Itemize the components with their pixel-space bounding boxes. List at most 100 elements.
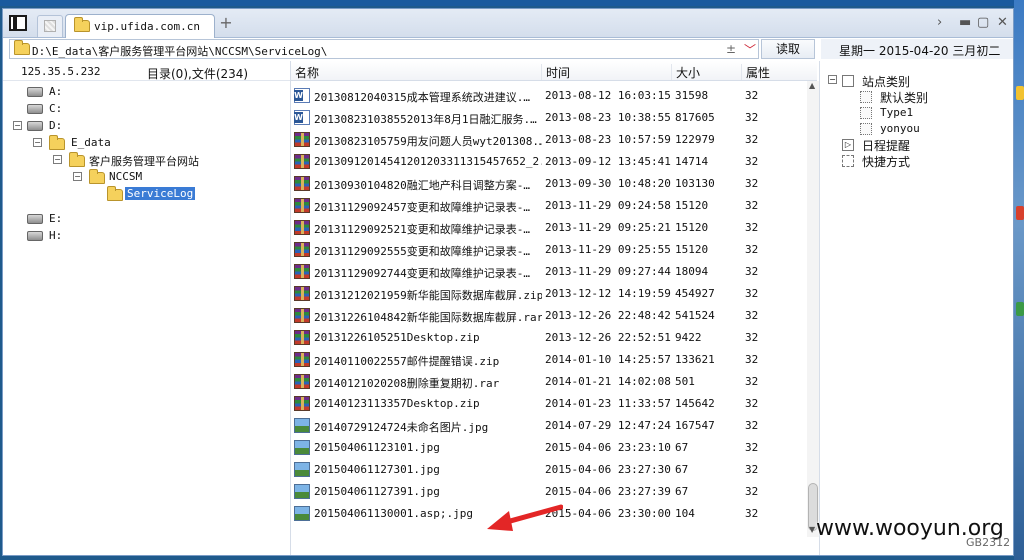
minimize-icon[interactable]: ▬	[959, 15, 971, 30]
archive-file-icon	[294, 242, 310, 257]
file-row[interactable]: 20140123113357Desktop.zip 2014-01-23 11:3…	[291, 393, 807, 415]
category-icon	[860, 107, 872, 119]
left-pane-header: 125.35.5.232 目录(0),文件(234)	[3, 61, 291, 81]
clock-icon: ▷	[842, 139, 854, 151]
file-row[interactable]: 20131212021959新华能国际数据库截屏.zip 2013-12-12 1…	[291, 283, 807, 305]
collapse-icon[interactable]: −	[828, 75, 837, 84]
file-row[interactable]: 201504061127391.jpg 2015-04-06 23:27:39 67…	[291, 481, 807, 503]
drive-icon	[27, 87, 43, 97]
scroll-up-icon[interactable]: ▲	[809, 81, 815, 90]
collapse-icon[interactable]: −	[53, 155, 62, 164]
desktop-shortcut-icon[interactable]	[1016, 86, 1024, 100]
directory-count: 目录(0),文件(234)	[147, 67, 249, 81]
column-header-name[interactable]: 名称	[291, 64, 319, 80]
right-panel: − 站点类别 默认类别 Type1 yonyou ▷ 日程提醒 快捷方式	[819, 61, 1013, 555]
category-icon	[860, 91, 872, 103]
folder-icon	[74, 17, 90, 32]
collapse-icon[interactable]: −	[73, 172, 82, 181]
archive-file-icon	[294, 198, 310, 213]
tab-bar: vip.ufida.com.cn + › ▬ ▢ ✕	[3, 9, 1013, 38]
file-row[interactable]: 20131129092744变更和故障维护记录表-… 2013-11-29 09:…	[291, 261, 807, 283]
close-icon[interactable]: ✕	[997, 15, 1008, 30]
hand-icon	[842, 155, 854, 167]
file-list-scrollbar[interactable]: ▲ ▼	[807, 81, 819, 537]
directory-tree: A: C: − D: − E_data − 客户服务管理平台网站 − NCCSM	[13, 85, 199, 242]
file-row[interactable]: 201309120145412012033113154​57652_2.rar 2…	[291, 151, 807, 173]
folder-icon	[49, 135, 65, 150]
drive-icon	[27, 214, 43, 224]
read-button[interactable]: 读取	[761, 39, 815, 59]
folder-icon	[14, 40, 30, 55]
drive-icon	[27, 231, 43, 241]
tab-title: vip.ufida.com.cn	[94, 20, 200, 33]
desktop-shortcut-icon[interactable]	[1016, 206, 1024, 220]
image-file-icon	[294, 418, 310, 433]
bookmark-icon[interactable]: ±	[726, 42, 736, 56]
address-bar[interactable]: D:\E_data\客户服务管理平台网站\NCCSM\ServiceLog\ ±…	[9, 39, 759, 59]
annotation-arrow	[487, 504, 563, 531]
column-header-attr[interactable]: 属性	[741, 64, 770, 80]
file-row[interactable]: 20130812040315成本管理系统改进建议.…2013-08-12 16:…	[291, 85, 807, 107]
desktop-right-strip	[1014, 0, 1024, 560]
address-path[interactable]: D:\E_data\客户服务管理平台网站\NCCSM\ServiceLog\	[32, 43, 327, 59]
file-row[interactable]: 20130823105759用友问题人员wyt201308.… 2013-08-2…	[291, 129, 807, 151]
category-icon	[842, 75, 854, 87]
tab-blank[interactable]	[37, 15, 63, 37]
maximize-icon[interactable]: ▢	[977, 15, 989, 30]
word-file-icon	[294, 110, 310, 125]
file-row[interactable]: 20131226104842新华能国际数据库截屏.rar 2013-12-26 2…	[291, 305, 807, 327]
file-row[interactable]: 201504061127301.jpg 2015-04-06 23:27:30 67…	[291, 459, 807, 481]
archive-file-icon	[294, 396, 310, 411]
folder-icon	[69, 152, 85, 167]
collapse-icon[interactable]: −	[33, 138, 42, 147]
image-file-icon	[294, 462, 310, 477]
chevron-right-icon[interactable]: ›	[937, 15, 942, 30]
archive-file-icon	[294, 308, 310, 323]
archive-file-icon	[294, 352, 310, 367]
file-list-header: 名称 时间 大小 属性	[291, 61, 817, 81]
file-row[interactable]: 201504061123101.jpg 2015-04-06 23:23:10 67…	[291, 437, 807, 459]
collapse-icon[interactable]: −	[13, 121, 22, 130]
scroll-down-icon[interactable]: ▼	[809, 525, 815, 534]
file-row[interactable]: 20131226105251Desktop.zip 2013-12-26 22:5…	[291, 327, 807, 349]
file-manager-window: vip.ufida.com.cn + › ▬ ▢ ✕ D:\E_data\客户服…	[2, 8, 1014, 556]
file-list: 20130812040315成本管理系统改进建议.…2013-08-12 16:…	[291, 85, 807, 555]
drive-icon	[27, 121, 43, 131]
archive-file-icon	[294, 132, 310, 147]
sidebar-toggle-icon[interactable]	[9, 15, 27, 31]
column-header-size[interactable]: 大小	[671, 64, 700, 80]
column-header-time[interactable]: 时间	[541, 64, 570, 80]
server-ip: 125.35.5.232	[21, 65, 101, 78]
file-row[interactable]: 20131129092555变更和故障维护记录表-… 2013-11-29 09:…	[291, 239, 807, 261]
archive-file-icon	[294, 286, 310, 301]
image-file-icon	[294, 484, 310, 499]
archive-file-icon	[294, 176, 310, 191]
archive-file-icon	[294, 220, 310, 235]
drive-icon	[27, 104, 43, 114]
image-file-icon	[294, 440, 310, 455]
archive-file-icon	[294, 264, 310, 279]
file-row[interactable]: 20130930104820融汇地产科目调整方案-… 2013-09-30 10:…	[291, 173, 807, 195]
tab-active[interactable]: vip.ufida.com.cn	[65, 14, 215, 38]
desktop-shortcut-icon[interactable]	[1016, 302, 1024, 316]
file-row[interactable]: 20131129092521变更和故障维护记录表-… 2013-11-29 09:…	[291, 217, 807, 239]
word-file-icon	[294, 88, 310, 103]
file-row[interactable]: 20140729124724未命名图片.jpg 2014-07-29 12:47:…	[291, 415, 807, 437]
date-display: 星期一 2015-04-20 三月初二	[821, 39, 1013, 59]
desktop-top-strip	[0, 0, 1024, 6]
folder-icon	[107, 186, 123, 201]
category-icon	[860, 123, 872, 135]
archive-file-icon	[294, 330, 310, 345]
chevron-down-icon[interactable]: ﹀	[744, 41, 756, 58]
file-row[interactable]: 20140121020208删除重复期初.rar 2014-01-21 14:02…	[291, 371, 807, 393]
folder-icon	[89, 169, 105, 184]
file-row[interactable]: 20130823103855​2013年8月1日融汇服务.…2013-08-23…	[291, 107, 807, 129]
file-row[interactable]: 20131129092457变更和故障维护记录表-… 2013-11-29 09:…	[291, 195, 807, 217]
file-row[interactable]: 20140110022557邮件提醒错误.zip 2014-01-10 14:25…	[291, 349, 807, 371]
new-tab-icon[interactable]: +	[217, 15, 235, 33]
image-file-icon	[294, 506, 310, 521]
archive-file-icon	[294, 154, 310, 169]
archive-file-icon	[294, 374, 310, 389]
encoding-label: GB2312	[966, 536, 1011, 549]
blank-page-icon	[44, 20, 56, 32]
